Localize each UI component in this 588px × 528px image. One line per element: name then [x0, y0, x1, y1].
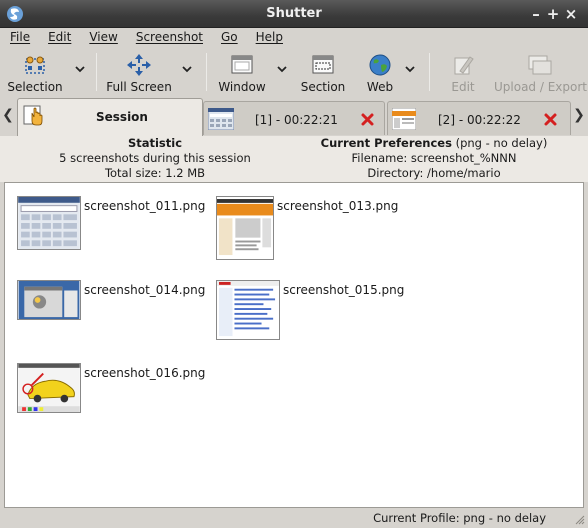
menu-bar: File Edit View Screenshot Go Help — [0, 28, 588, 46]
screenshot-count: 5 screenshots during this session — [59, 151, 251, 165]
preferences-heading-suffix: (png - no delay) — [451, 136, 548, 150]
section-label: Section — [300, 80, 346, 94]
close-tab-icon[interactable] — [360, 112, 375, 127]
tab-session-label: Session — [96, 110, 148, 124]
tab-session[interactable]: Session — [17, 98, 203, 136]
tab-screenshot-2[interactable]: [2] - 00:22:22 — [387, 101, 571, 135]
screenshot-thumbnail — [17, 280, 81, 320]
web-button[interactable]: Web — [358, 51, 402, 95]
selection-label: Selection — [7, 80, 63, 94]
tab-screenshot-1-label: [1] - 00:22:21 — [255, 113, 338, 127]
statistic-heading: Statistic — [127, 136, 183, 150]
full-screen-label: Full Screen — [106, 80, 172, 94]
webpage-thumbnail-icon — [392, 108, 416, 130]
toolbar-separator — [96, 53, 97, 91]
upload-export-label: Upload / Export — [494, 80, 587, 94]
selection-button[interactable]: Selection — [4, 51, 66, 95]
edit-button[interactable]: Edit — [440, 51, 486, 95]
window-icon — [231, 55, 253, 74]
current-profile-status: Current Profile: png - no delay — [373, 511, 546, 525]
edit-label: Edit — [451, 80, 475, 94]
selection-dropdown-icon[interactable] — [74, 64, 86, 74]
edit-icon — [454, 56, 474, 75]
screenshot-filename: screenshot_011.png — [84, 199, 206, 213]
save-directory: Directory: /home/mario — [367, 166, 501, 180]
web-dropdown-icon[interactable] — [404, 64, 416, 74]
window-title: Shutter — [266, 6, 322, 21]
statistic-section: Statistic 5 screenshots during this sess… — [20, 136, 290, 181]
preferences-section: Current Preferences (png - no delay) Fil… — [294, 136, 574, 181]
menu-edit[interactable]: Edit — [38, 30, 79, 44]
full-screen-icon — [127, 54, 151, 76]
window-dropdown-icon[interactable] — [276, 64, 288, 74]
full-screen-dropdown-icon[interactable] — [181, 64, 193, 74]
screenshot-filename: screenshot_015.png — [283, 283, 405, 297]
menu-view[interactable]: View — [79, 30, 125, 44]
toolbar: Selection Full Screen Window Section Web… — [0, 47, 588, 97]
menu-screenshot[interactable]: Screenshot — [126, 30, 211, 44]
globe-icon — [369, 54, 391, 76]
window-label: Window — [218, 80, 266, 94]
full-screen-button[interactable]: Full Screen — [104, 51, 174, 95]
tab-scroll-right-icon[interactable]: ❯ — [573, 107, 585, 125]
section-button[interactable]: Section — [298, 51, 348, 95]
calculator-thumbnail-icon — [208, 108, 234, 130]
session-info-panel: Statistic 5 screenshots during this sess… — [0, 136, 588, 182]
selection-icon — [25, 56, 45, 74]
screenshot-filename: screenshot_014.png — [84, 283, 206, 297]
web-label: Web — [366, 80, 394, 94]
upload-export-button[interactable]: Upload / Export — [494, 51, 587, 95]
tab-scroll-left-icon[interactable]: ❮ — [2, 107, 14, 125]
total-size: Total size: 1.2 MB — [104, 166, 206, 180]
toolbar-separator — [429, 53, 430, 91]
preferences-heading: Current Preferences — [320, 136, 452, 150]
session-hand-icon — [23, 105, 43, 126]
close-window-button[interactable]: × — [561, 4, 581, 24]
screenshot-filename: screenshot_016.png — [84, 366, 206, 380]
screenshot-thumbnail — [216, 280, 280, 340]
filename-pattern: Filename: screenshot_%NNN — [351, 151, 517, 165]
title-bar: Shutter – + × — [0, 0, 588, 28]
toolbar-separator — [206, 53, 207, 91]
menu-help[interactable]: Help — [246, 30, 291, 44]
tab-screenshot-1[interactable]: [1] - 00:22:21 — [203, 101, 385, 135]
close-tab-icon[interactable] — [543, 112, 558, 127]
screenshot-thumbnail — [216, 196, 274, 260]
screenshot-gallery: screenshot_011.png screenshot_013.png sc… — [4, 182, 584, 508]
maximize-button[interactable]: + — [543, 4, 563, 24]
menu-file[interactable]: File — [0, 30, 38, 44]
section-icon — [312, 55, 334, 74]
upload-export-icon — [528, 55, 552, 75]
window-button[interactable]: Window — [214, 51, 270, 95]
menu-go[interactable]: Go — [211, 30, 246, 44]
screenshot-thumbnail — [17, 196, 81, 250]
screenshot-filename: screenshot_013.png — [277, 199, 399, 213]
session-tabs: ❮ Session [1] - 00:22:21 [2] - 00:22:22 — [0, 97, 588, 136]
resize-grip-icon[interactable] — [573, 513, 585, 525]
screenshot-thumbnail — [17, 363, 81, 413]
tab-screenshot-2-label: [2] - 00:22:22 — [438, 113, 521, 127]
status-bar: Current Profile: png - no delay — [0, 508, 588, 528]
